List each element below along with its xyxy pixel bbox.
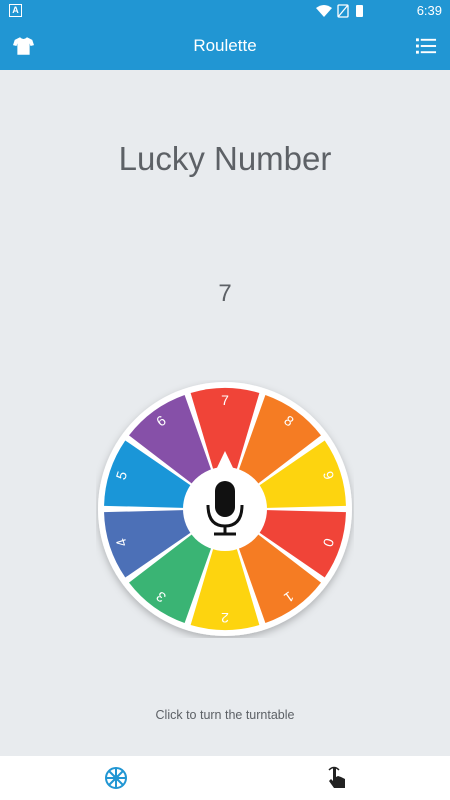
notification-icon: A bbox=[9, 4, 22, 17]
bottom-nav bbox=[0, 756, 450, 800]
status-time: 6:39 bbox=[416, 3, 442, 18]
system-icons bbox=[316, 4, 363, 18]
wifi-icon bbox=[316, 5, 332, 17]
page-heading: Lucky Number bbox=[118, 140, 332, 177]
app-bar: Roulette bbox=[0, 22, 450, 70]
lucky-number-value: 7 bbox=[218, 280, 232, 307]
spin-hint: Click to turn the turntable bbox=[155, 708, 295, 722]
wheel-label-7: 7 bbox=[221, 392, 229, 408]
wheel-icon[interactable] bbox=[104, 766, 128, 790]
wheel-label-2: 2 bbox=[221, 610, 229, 626]
app-title: Roulette bbox=[193, 36, 257, 55]
battery-icon bbox=[356, 5, 363, 17]
status-bar: A 6:39 bbox=[0, 0, 450, 22]
list-icon[interactable] bbox=[416, 36, 437, 56]
hand-pointer-icon[interactable] bbox=[325, 766, 349, 790]
roulette-wheel[interactable]: 7890123456 bbox=[96, 380, 354, 638]
